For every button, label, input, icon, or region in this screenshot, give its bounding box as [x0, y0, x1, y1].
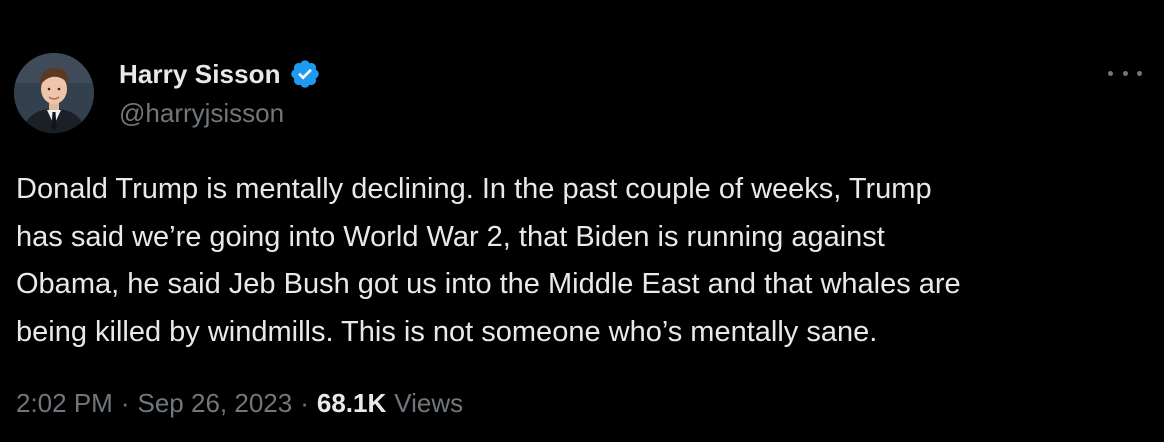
author-avatar[interactable] — [14, 53, 94, 133]
meta-separator: · — [120, 388, 130, 418]
verified-badge-icon[interactable] — [289, 58, 321, 90]
tweet-metadata: 2:02 PM · Sep 26, 2023 · 68.1K Views — [16, 388, 463, 419]
tweet-card: Harry Sisson @harryjsisson Donald Trump … — [0, 0, 1164, 442]
more-dot — [1108, 70, 1113, 76]
more-options-icon[interactable] — [1108, 62, 1142, 84]
meta-separator: · — [300, 388, 309, 418]
author-handle[interactable]: @harryjsisson — [119, 98, 321, 129]
avatar-image — [14, 53, 94, 133]
more-dot — [1137, 70, 1142, 76]
views-label: Views — [394, 388, 464, 418]
author-display-name[interactable]: Harry Sisson — [119, 59, 281, 90]
more-dot — [1122, 70, 1128, 76]
author-info: Harry Sisson @harryjsisson — [119, 58, 321, 129]
tweet-text: Donald Trump is mentally declining. In t… — [16, 173, 961, 348]
author-name-row: Harry Sisson — [119, 58, 321, 90]
tweet-date[interactable]: Sep 26, 2023 — [138, 388, 293, 419]
views-count[interactable]: 68.1K — [317, 388, 386, 419]
tweet-time[interactable]: 2:02 PM — [16, 388, 113, 419]
